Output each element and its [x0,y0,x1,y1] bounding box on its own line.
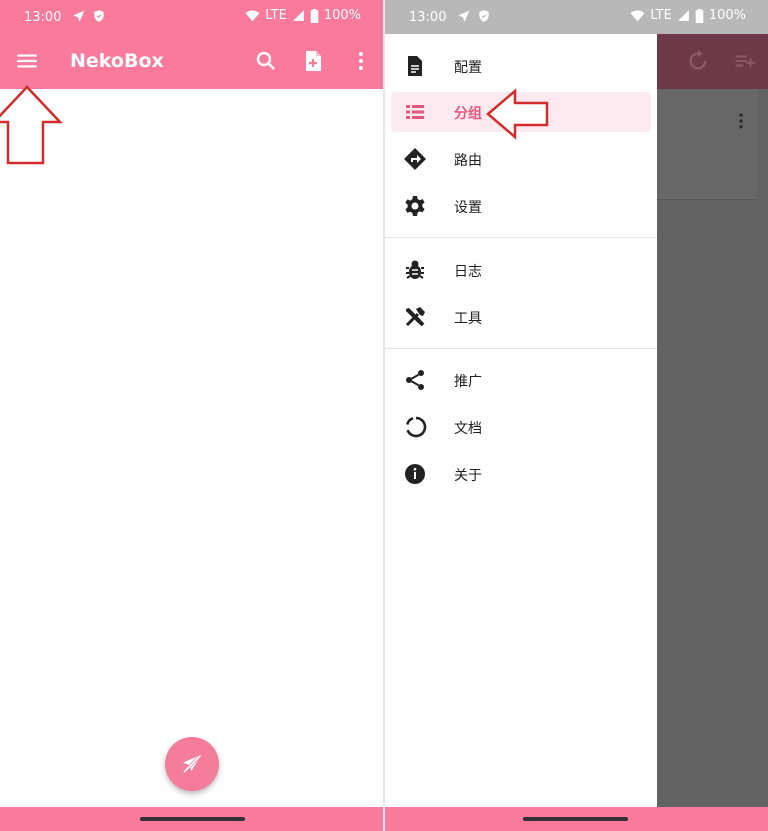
wifi-icon [630,9,645,21]
drawer-item-share[interactable]: 推广 [391,360,651,400]
airplane-off-icon [182,754,202,774]
share-icon [406,370,424,390]
search-button[interactable] [254,49,278,73]
drawer-item-profiles[interactable]: 配置 [391,46,651,86]
drawer-item-docs[interactable]: 文档 [391,407,651,447]
location-icon [458,10,470,22]
app-title: NekoBox [70,50,164,72]
annotation-arrow-up [0,85,63,165]
nav-bar [0,807,383,831]
drawer-item-settings[interactable]: 设置 [391,186,651,226]
signal-icon [292,10,304,21]
document-icon [408,56,422,76]
menu-button[interactable] [14,48,40,74]
search-icon [256,51,275,70]
drawer-item-route[interactable]: 路由 [391,139,651,179]
tools-icon [405,307,425,327]
status-bar: 13:00 LTE 100% [0,0,383,34]
left-screen: 13:00 LTE 100% NekoBox [0,0,383,831]
battery-level: 100% [708,8,746,23]
signal-icon [677,10,689,21]
shield-icon [479,10,489,22]
network-type: LTE [265,8,287,23]
home-handle[interactable] [140,817,245,821]
nav-bar [385,807,768,831]
info-icon [405,464,425,484]
directions-icon [404,148,426,170]
battery-icon [310,8,319,23]
connect-fab[interactable] [165,737,219,791]
battery-level: 100% [323,8,361,23]
docs-ring-icon [405,416,427,438]
add-file-icon [306,51,321,71]
status-time: 13:00 [24,10,62,25]
navigation-drawer: 配置 分组 路由 设置 日志 工具 推广 文档 关于 [385,34,657,807]
drawer-item-tools[interactable]: 工具 [391,297,651,337]
wifi-icon [245,9,260,21]
gear-icon [405,196,425,216]
playlist-add-icon[interactable] [733,50,757,72]
list-icon [406,105,424,119]
status-time: 13:00 [409,10,447,25]
drawer-item-about[interactable]: 关于 [391,454,651,494]
hamburger-icon [17,54,37,68]
refresh-icon[interactable] [687,50,709,72]
status-bar: 13:00 LTE 100% [385,0,768,34]
home-handle[interactable] [523,817,628,821]
network-type: LTE [650,8,672,23]
location-icon [73,10,85,22]
drawer-item-logs[interactable]: 日志 [391,250,651,290]
more-options-button[interactable] [349,49,373,73]
more-vert-icon [359,52,363,70]
shield-icon [94,10,104,22]
battery-icon [695,8,704,23]
annotation-arrow-left [486,88,549,140]
drawer-scrim[interactable] [657,34,768,807]
bug-icon [406,260,424,279]
app-bar: NekoBox [0,34,383,89]
more-vert-icon[interactable] [731,109,751,133]
add-profile-button[interactable] [301,49,325,73]
right-screen: 13:00 LTE 100% 配置 分组 路由 设置 日志 工具 推广 文档 关… [385,0,768,831]
scrim-group-card [657,89,757,200]
